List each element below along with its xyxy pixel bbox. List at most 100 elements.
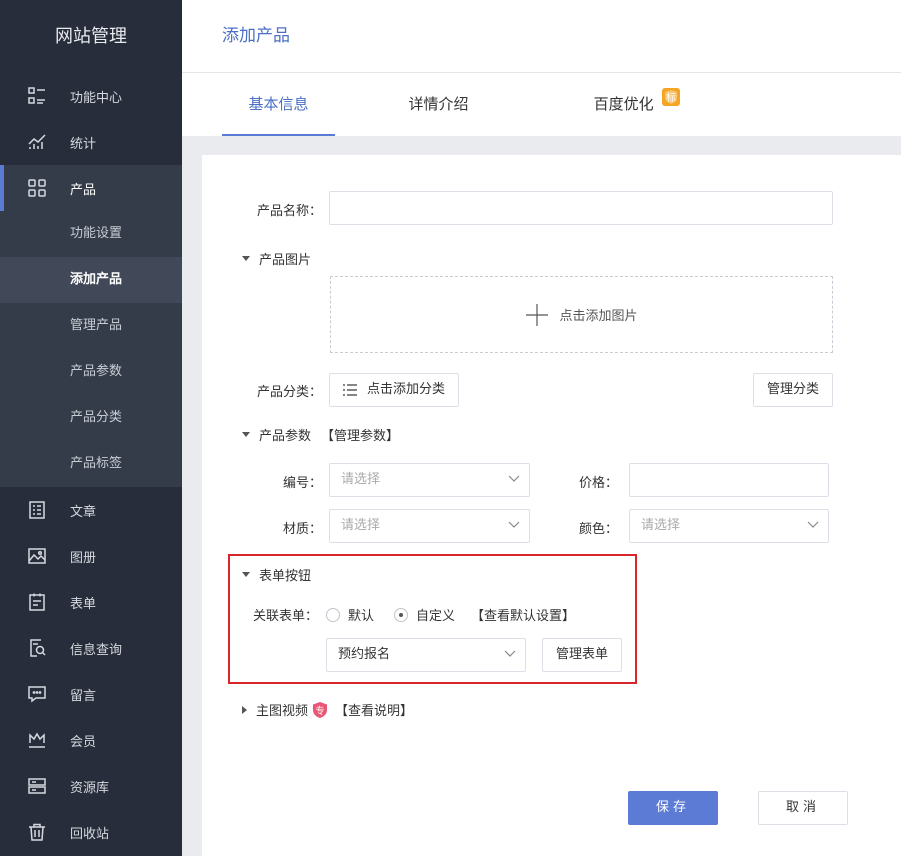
save-button[interactable]: 保存 [628, 791, 718, 825]
form-button-section-header[interactable]: 表单按钮 [242, 565, 311, 584]
member-crown-icon [27, 730, 47, 750]
tab-basic-info[interactable]: 基本信息 [222, 73, 335, 136]
code-select-placeholder: 请选择 [341, 472, 381, 487]
article-icon [27, 500, 47, 520]
params-section-header[interactable]: 产品参数 【管理参数】 [242, 425, 399, 444]
sidebar-item-label: 文章 [70, 504, 97, 520]
linked-form-select[interactable]: 预约报名 [326, 638, 526, 672]
submenu-function-settings[interactable]: 功能设置 [0, 211, 182, 257]
radio-default[interactable]: 默认 [326, 605, 374, 624]
sidebar-item-label: 会员 [70, 734, 97, 750]
radio-custom-label: 自定义 [416, 609, 456, 624]
exclusive-badge-icon: 专 [311, 701, 329, 719]
form-button-section-title: 表单按钮 [259, 569, 312, 584]
sidebar-item-message[interactable]: 留言 [0, 671, 182, 717]
radio-custom[interactable]: 自定义 [394, 605, 455, 624]
tab-label: 详情介绍 [408, 95, 469, 113]
radio-default-circle [326, 607, 340, 622]
tab-bar: 基本信息 详情介绍 百度优化 标 [182, 73, 901, 136]
sidebar-item-form[interactable]: 表单 [0, 579, 182, 625]
chevron-down-icon [508, 521, 520, 528]
gallery-icon [27, 546, 47, 566]
page-title: 添加产品 [182, 0, 901, 73]
product-name-label: 产品名称： [256, 204, 322, 219]
info-query-icon [27, 638, 47, 658]
sidebar-item-info-query[interactable]: 信息查询 [0, 625, 182, 671]
view-instructions-link[interactable]: 【查看说明】 [335, 700, 413, 719]
plus-icon [526, 303, 549, 326]
price-label: 价格： [578, 476, 618, 491]
product-name-input[interactable] [329, 191, 833, 225]
svg-text:专: 专 [315, 705, 325, 717]
color-label: 颜色： [578, 522, 618, 537]
form-card: 产品名称： 产品图片 点击添加图片 产品分类： 点击添加分类 管理分类 产品参数… [202, 155, 901, 856]
linked-form-radio-group: 默认 自定义 【查看默认设置】 [326, 605, 575, 624]
sidebar: 网站管理 功能中心 统计 产品 功能设置 添加产品 管理产品 产品参数 产品分类… [0, 0, 182, 856]
manage-params-link[interactable]: 【管理参数】 [321, 425, 399, 444]
sidebar-brand: 网站管理 [55, 26, 127, 47]
sidebar-item-gallery[interactable]: 图册 [0, 533, 182, 579]
tab-baidu-seo[interactable]: 百度优化 标 [572, 73, 702, 136]
main-area: 添加产品 基本信息 详情介绍 百度优化 标 产品名称： 产品图片 点击添加图片 … [182, 0, 901, 856]
sidebar-item-label: 图册 [70, 550, 97, 566]
sidebar-item-function-center[interactable]: 功能中心 [0, 73, 182, 119]
caret-right-icon [242, 705, 247, 714]
chevron-down-icon [508, 475, 520, 482]
svg-text:标: 标 [666, 92, 676, 104]
standard-badge-icon: 标 [662, 88, 681, 106]
sidebar-item-statistics[interactable]: 统计 [0, 119, 182, 165]
product-submenu: 功能设置 添加产品 管理产品 产品参数 产品分类 产品标签 [0, 211, 182, 487]
add-category-label: 点击添加分类 [366, 382, 445, 397]
cancel-button[interactable]: 取消 [758, 791, 848, 825]
color-select-placeholder: 请选择 [641, 518, 681, 533]
sidebar-item-resource[interactable]: 资源库 [0, 763, 182, 809]
manage-form-button[interactable]: 管理表单 [542, 638, 622, 672]
sidebar-item-label: 回收站 [70, 826, 110, 842]
color-select[interactable]: 请选择 [629, 509, 829, 543]
sidebar-item-label: 留言 [70, 688, 97, 704]
sidebar-item-label: 统计 [70, 136, 97, 152]
sidebar-item-label: 表单 [70, 596, 97, 612]
params-section-title: 产品参数 [259, 429, 312, 444]
video-section-header[interactable]: 主图视频 专 【查看说明】 [242, 700, 413, 719]
image-upload-area[interactable]: 点击添加图片 [330, 276, 833, 353]
message-icon [27, 684, 47, 704]
caret-down-icon [242, 432, 250, 437]
form-icon [27, 592, 47, 612]
video-section-title: 主图视频 [256, 704, 309, 719]
material-select-placeholder: 请选择 [341, 518, 381, 533]
category-label: 产品分类： [256, 385, 322, 400]
view-default-settings-link[interactable]: 【查看默认设置】 [471, 605, 575, 624]
statistics-icon [27, 132, 47, 152]
images-section-title: 产品图片 [259, 253, 312, 268]
images-section-header[interactable]: 产品图片 [242, 249, 311, 268]
chevron-down-icon [504, 650, 516, 657]
product-grid-icon [27, 178, 47, 198]
submenu-manage-products[interactable]: 管理产品 [0, 303, 182, 349]
price-input[interactable] [629, 463, 829, 497]
submenu-product-tags[interactable]: 产品标签 [0, 441, 182, 487]
tab-label: 基本信息 [248, 95, 309, 113]
submenu-product-params[interactable]: 产品参数 [0, 349, 182, 395]
code-select[interactable]: 请选择 [329, 463, 530, 497]
tab-detail-intro[interactable]: 详情介绍 [382, 73, 495, 136]
list-icon [342, 384, 357, 396]
manage-category-button[interactable]: 管理分类 [753, 373, 833, 407]
caret-down-icon [242, 572, 250, 577]
linked-form-select-value: 预约报名 [338, 647, 391, 662]
function-center-icon [27, 86, 47, 106]
code-label: 编号： [282, 476, 322, 491]
material-select[interactable]: 请选择 [329, 509, 530, 543]
linked-form-label: 关联表单： [252, 609, 318, 624]
submenu-add-product[interactable]: 添加产品 [0, 257, 182, 303]
caret-down-icon [242, 256, 250, 261]
sidebar-item-article[interactable]: 文章 [0, 487, 182, 533]
radio-default-label: 默认 [348, 609, 375, 624]
add-category-button[interactable]: 点击添加分类 [329, 373, 459, 407]
sidebar-item-label: 资源库 [70, 780, 110, 796]
radio-custom-circle [394, 607, 409, 622]
submenu-product-category[interactable]: 产品分类 [0, 395, 182, 441]
sidebar-item-product[interactable]: 产品 [0, 165, 182, 211]
sidebar-item-member[interactable]: 会员 [0, 717, 182, 763]
sidebar-item-trash[interactable]: 回收站 [0, 809, 182, 855]
